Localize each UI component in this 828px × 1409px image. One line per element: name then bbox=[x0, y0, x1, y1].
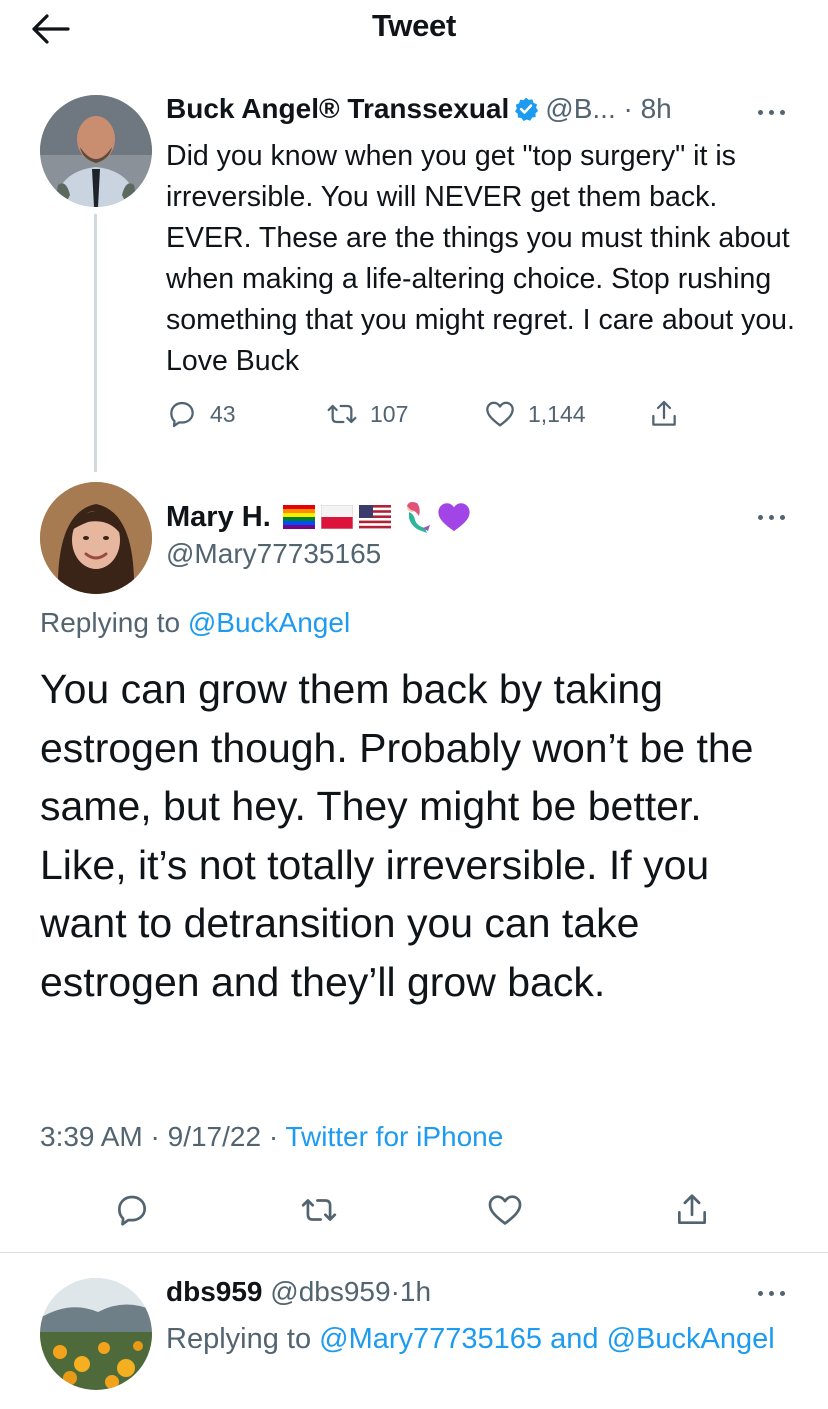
tweet3-more-icon[interactable] bbox=[752, 1283, 792, 1303]
tweet2-meta: 3:39 AM · 9/17/22 · Twitter for iPhone bbox=[40, 1121, 503, 1153]
tweet3-author-name[interactable]: dbs959 bbox=[166, 1276, 263, 1307]
replying-to-link[interactable]: @BuckAngel bbox=[188, 607, 350, 638]
tweet2-text: You can grow them back by taking estroge… bbox=[40, 666, 754, 1005]
tweet2-source-link[interactable]: Twitter for iPhone bbox=[285, 1121, 503, 1152]
tweet2-date[interactable]: 9/17/22 bbox=[168, 1121, 261, 1152]
tweet1-actions: 43 107 1,144 bbox=[166, 394, 726, 434]
tweet2-replying-to: Replying to @BuckAngel bbox=[40, 607, 350, 639]
us-flag-icon bbox=[358, 505, 391, 529]
tweet1-reply-count: 43 bbox=[210, 400, 236, 427]
reply-icon bbox=[117, 1195, 147, 1226]
replying-to-link-1[interactable]: @Mary77735165 bbox=[319, 1323, 542, 1355]
tweet1-like-count: 1,144 bbox=[528, 400, 586, 427]
thread-line bbox=[94, 214, 97, 472]
divider bbox=[0, 1252, 828, 1253]
share-icon bbox=[677, 1194, 707, 1225]
heart-icon bbox=[486, 401, 514, 427]
meta-separator: · bbox=[268, 1121, 279, 1152]
tweet1-time[interactable]: 8h bbox=[641, 93, 672, 124]
tweet1-separator: · bbox=[623, 93, 633, 124]
replying-label: Replying to bbox=[166, 1323, 312, 1355]
tweet3-separator: · bbox=[390, 1276, 400, 1307]
tweet1-handle[interactable]: @B... bbox=[545, 93, 615, 124]
heart-icon bbox=[488, 1195, 522, 1225]
tweet1-author-name[interactable]: Buck Angel® Transsexual bbox=[166, 93, 509, 124]
tweet2-time[interactable]: 3:39 AM bbox=[40, 1121, 143, 1152]
share-icon bbox=[652, 400, 676, 426]
tweet2-retweet-button[interactable] bbox=[300, 1190, 338, 1230]
tweet3-time[interactable]: 1h bbox=[400, 1276, 431, 1307]
tweet1-retweet-button[interactable]: 107 bbox=[326, 394, 408, 434]
replying-and-label: and bbox=[550, 1323, 599, 1355]
tweet2-author-name[interactable]: Mary H. bbox=[166, 498, 271, 536]
tweet1-more-icon[interactable] bbox=[752, 102, 792, 122]
tweet2-like-button[interactable] bbox=[486, 1190, 524, 1230]
name-emojis bbox=[282, 500, 471, 534]
page-title: Tweet bbox=[371, 8, 457, 43]
tweet2-actions bbox=[0, 1190, 828, 1234]
tweet3-replying-to: Replying to @Mary77735165 and @BuckAngel bbox=[166, 1318, 786, 1361]
tweet2-more-icon[interactable] bbox=[752, 507, 792, 527]
tweet1-header: Buck Angel® Transsexual @B... · 8h bbox=[166, 90, 672, 128]
retweet-icon bbox=[301, 1199, 337, 1221]
tweet2-share-button[interactable] bbox=[673, 1190, 711, 1230]
mermaid-icon bbox=[406, 502, 430, 533]
tweet2-handle[interactable]: @Mary77735165 bbox=[166, 538, 381, 570]
replying-label: Replying to bbox=[40, 607, 181, 638]
tweet2-reply-button[interactable] bbox=[113, 1190, 151, 1230]
dbs959-avatar[interactable] bbox=[40, 1278, 152, 1390]
reply-icon bbox=[170, 401, 194, 428]
tweet2-name-row: Mary H. bbox=[166, 498, 471, 536]
tweet1-reply-button[interactable]: 43 bbox=[166, 394, 236, 434]
rainbow-flag-icon bbox=[282, 505, 315, 529]
tweet3-handle[interactable]: @dbs959 bbox=[270, 1276, 390, 1307]
tweet1-retweet-count: 107 bbox=[370, 400, 409, 427]
meta-separator: · bbox=[150, 1121, 160, 1152]
purple-heart-icon bbox=[438, 503, 470, 532]
retweet-icon bbox=[327, 404, 357, 424]
mary-h-avatar[interactable] bbox=[40, 482, 152, 594]
tweet1-share-button[interactable] bbox=[648, 394, 680, 434]
poland-flag-icon bbox=[320, 505, 353, 529]
top-bar: Tweet bbox=[0, 0, 828, 56]
replying-to-link-2[interactable]: @BuckAngel bbox=[607, 1323, 775, 1355]
tweet1-like-button[interactable]: 1,144 bbox=[484, 394, 586, 434]
buck-angel-avatar[interactable] bbox=[40, 95, 152, 207]
verified-badge-icon bbox=[515, 97, 539, 122]
tweet3-header: dbs959 @dbs959·1h bbox=[166, 1273, 431, 1311]
tweet1-text: Did you know when you get "top surgery" … bbox=[166, 140, 795, 377]
